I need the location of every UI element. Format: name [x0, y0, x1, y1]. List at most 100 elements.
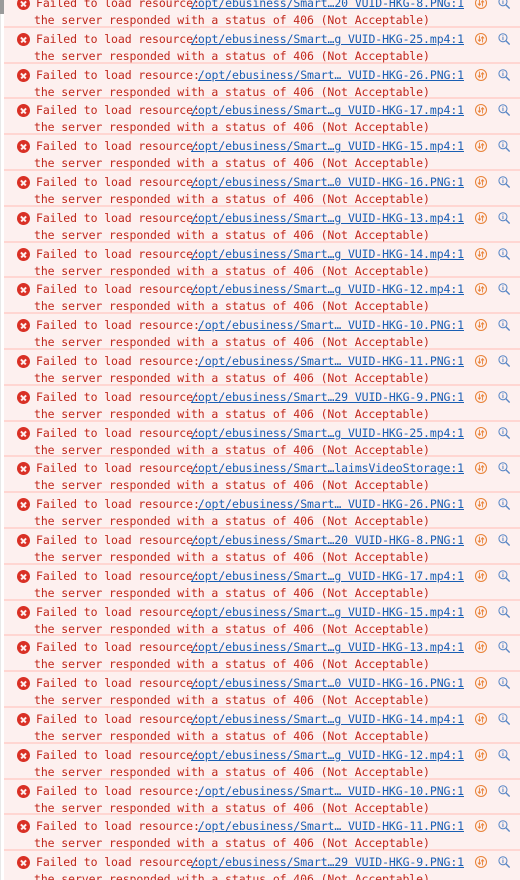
- inspect-search-icon[interactable]: [497, 0, 511, 10]
- network-request-icon[interactable]: [474, 497, 488, 511]
- console-message-source-link[interactable]: /opt/ebusiness/Smart…0 VUID-HKG-16.PNG:1: [191, 173, 464, 191]
- network-request-icon[interactable]: [474, 533, 488, 547]
- network-request-icon[interactable]: [474, 68, 488, 82]
- inspect-search-icon[interactable]: [497, 354, 511, 368]
- console-message-source-link[interactable]: /opt/ebusiness/Smart… VUID-HKG-10.PNG:1: [198, 782, 464, 800]
- inspect-search-icon[interactable]: [497, 318, 511, 332]
- console-message-source-link[interactable]: /opt/ebusiness/Smart…29 VUID-HKG-9.PNG:1: [191, 388, 464, 406]
- network-request-icon[interactable]: [474, 390, 488, 404]
- console-message-source-link[interactable]: /opt/ebusiness/Smart…g VUID-HKG-14.mp4:1: [191, 245, 464, 263]
- inspect-search-icon[interactable]: [497, 569, 511, 583]
- console-message-row[interactable]: Failed to load resource:/opt/ebusiness/S…: [4, 492, 520, 528]
- inspect-search-icon[interactable]: [497, 784, 511, 798]
- console-message-row[interactable]: Failed to load resource:/opt/ebusiness/S…: [4, 742, 520, 779]
- console-message-source-link[interactable]: /opt/ebusiness/Smart…g VUID-HKG-12.mp4:1: [191, 746, 464, 764]
- console-message-row[interactable]: Failed to load resource:/opt/ebusiness/S…: [4, 671, 520, 707]
- console-message-source-link[interactable]: /opt/ebusiness/Smart…g VUID-HKG-25.mp4:1: [191, 30, 464, 48]
- vertical-scrollbar-thumb[interactable]: [0, 0, 4, 14]
- network-request-icon[interactable]: [474, 354, 488, 368]
- console-message-row[interactable]: Failed to load resource:/opt/ebusiness/S…: [4, 205, 520, 242]
- network-request-icon[interactable]: [474, 426, 488, 440]
- console-message-source-link[interactable]: /opt/ebusiness/Smart…20 VUID-HKG-8.PNG:1: [191, 531, 464, 549]
- network-request-icon[interactable]: [474, 819, 488, 833]
- inspect-search-icon[interactable]: [497, 676, 511, 690]
- console-message-source-link[interactable]: /opt/ebusiness/Smart…g VUID-HKG-15.mp4:1: [191, 137, 464, 155]
- network-request-icon[interactable]: [474, 640, 488, 654]
- console-message-row[interactable]: Failed to load resource:/opt/ebusiness/S…: [4, 384, 520, 421]
- console-message-row[interactable]: Failed to load resource:/opt/ebusiness/S…: [4, 134, 520, 170]
- console-message-row[interactable]: Failed to load resource:/opt/ebusiness/S…: [4, 527, 520, 564]
- inspect-search-icon[interactable]: [497, 282, 511, 296]
- console-message-source-link[interactable]: /opt/ebusiness/Smart… VUID-HKG-11.PNG:1: [198, 352, 464, 370]
- network-request-icon[interactable]: [474, 569, 488, 583]
- network-request-icon[interactable]: [474, 784, 488, 798]
- network-request-icon[interactable]: [474, 247, 488, 261]
- network-request-icon[interactable]: [474, 676, 488, 690]
- console-message-row[interactable]: Failed to load resource:/opt/ebusiness/S…: [4, 850, 520, 880]
- network-request-icon[interactable]: [474, 175, 488, 189]
- inspect-search-icon[interactable]: [497, 819, 511, 833]
- console-message-source-link[interactable]: /opt/ebusiness/Smart…g VUID-HKG-25.mp4:1: [191, 424, 464, 442]
- inspect-search-icon[interactable]: [497, 68, 511, 82]
- console-message-source-link[interactable]: /opt/ebusiness/Smart…laimsVideoStorage:1: [191, 459, 464, 477]
- console-message-row[interactable]: Failed to load resource:/opt/ebusiness/S…: [4, 0, 520, 27]
- network-request-icon[interactable]: [474, 32, 488, 46]
- inspect-search-icon[interactable]: [497, 103, 511, 117]
- inspect-search-icon[interactable]: [497, 426, 511, 440]
- network-request-icon[interactable]: [474, 211, 488, 225]
- console-message-row[interactable]: Failed to load resource:/opt/ebusiness/S…: [4, 778, 520, 815]
- inspect-search-icon[interactable]: [497, 139, 511, 153]
- inspect-search-icon[interactable]: [497, 712, 511, 726]
- console-message-row[interactable]: Failed to load resource:/opt/ebusiness/S…: [4, 814, 520, 850]
- inspect-search-icon[interactable]: [497, 175, 511, 189]
- inspect-search-icon[interactable]: [497, 748, 511, 762]
- console-message-row[interactable]: Failed to load resource:/opt/ebusiness/S…: [4, 98, 520, 134]
- console-message-source-link[interactable]: /opt/ebusiness/Smart…g VUID-HKG-17.mp4:1: [191, 101, 464, 119]
- console-message-source-link[interactable]: /opt/ebusiness/Smart… VUID-HKG-10.PNG:1: [198, 316, 464, 334]
- console-message-row[interactable]: Failed to load resource:/opt/ebusiness/S…: [4, 62, 520, 99]
- network-request-icon[interactable]: [474, 461, 488, 475]
- console-message-row[interactable]: Failed to load resource:/opt/ebusiness/S…: [4, 241, 520, 278]
- network-request-icon[interactable]: [474, 712, 488, 726]
- console-message-row[interactable]: Failed to load resource:/opt/ebusiness/S…: [4, 563, 520, 600]
- console-message-row[interactable]: Failed to load resource:/opt/ebusiness/S…: [4, 599, 520, 636]
- network-request-icon[interactable]: [474, 282, 488, 296]
- console-message-source-link[interactable]: /opt/ebusiness/Smart…g VUID-HKG-12.mp4:1: [191, 280, 464, 298]
- console-message-source-link[interactable]: /opt/ebusiness/Smart…29 VUID-HKG-9.PNG:1: [191, 853, 464, 871]
- console-message-row[interactable]: Failed to load resource:/opt/ebusiness/S…: [4, 420, 520, 457]
- network-request-icon[interactable]: [474, 103, 488, 117]
- inspect-search-icon[interactable]: [497, 640, 511, 654]
- inspect-search-icon[interactable]: [497, 247, 511, 261]
- console-message-source-link[interactable]: /opt/ebusiness/Smart…g VUID-HKG-13.mp4:1: [191, 209, 464, 227]
- network-request-icon[interactable]: [474, 139, 488, 153]
- console-message-source-link[interactable]: /opt/ebusiness/Smart…g VUID-HKG-13.mp4:1: [191, 638, 464, 656]
- network-request-icon[interactable]: [474, 0, 488, 10]
- console-message-row[interactable]: Failed to load resource:/opt/ebusiness/S…: [4, 706, 520, 743]
- console-message-source-link[interactable]: /opt/ebusiness/Smart…g VUID-HKG-14.mp4:1: [191, 710, 464, 728]
- console-message-row[interactable]: Failed to load resource:/opt/ebusiness/S…: [4, 348, 520, 385]
- inspect-search-icon[interactable]: [497, 605, 511, 619]
- console-message-source-link[interactable]: /opt/ebusiness/Smart… VUID-HKG-26.PNG:1: [198, 495, 464, 513]
- network-request-icon[interactable]: [474, 855, 488, 869]
- inspect-search-icon[interactable]: [497, 211, 511, 225]
- console-message-source-link[interactable]: /opt/ebusiness/Smart…20 VUID-HKG-8.PNG:1: [191, 0, 464, 12]
- console-message-row[interactable]: Failed to load resource:/opt/ebusiness/S…: [4, 169, 520, 206]
- console-message-source-link[interactable]: /opt/ebusiness/Smart… VUID-HKG-11.PNG:1: [198, 817, 464, 835]
- inspect-search-icon[interactable]: [497, 855, 511, 869]
- console-message-row[interactable]: Failed to load resource:/opt/ebusiness/S…: [4, 26, 520, 63]
- console-message-row[interactable]: Failed to load resource:/opt/ebusiness/S…: [4, 313, 520, 349]
- inspect-search-icon[interactable]: [497, 533, 511, 547]
- network-request-icon[interactable]: [474, 318, 488, 332]
- console-message-source-link[interactable]: /opt/ebusiness/Smart…g VUID-HKG-17.mp4:1: [191, 567, 464, 585]
- network-request-icon[interactable]: [474, 605, 488, 619]
- console-message-row[interactable]: Failed to load resource:/opt/ebusiness/S…: [4, 277, 520, 313]
- inspect-search-icon[interactable]: [497, 390, 511, 404]
- inspect-search-icon[interactable]: [497, 461, 511, 475]
- console-message-row[interactable]: Failed to load resource:/opt/ebusiness/S…: [4, 456, 520, 492]
- inspect-search-icon[interactable]: [497, 32, 511, 46]
- console-message-source-link[interactable]: /opt/ebusiness/Smart…0 VUID-HKG-16.PNG:1: [191, 674, 464, 692]
- console-message-source-link[interactable]: /opt/ebusiness/Smart…g VUID-HKG-15.mp4:1: [191, 603, 464, 621]
- inspect-search-icon[interactable]: [497, 497, 511, 511]
- console-message-source-link[interactable]: /opt/ebusiness/Smart… VUID-HKG-26.PNG:1: [198, 66, 464, 84]
- console-message-row[interactable]: Failed to load resource:/opt/ebusiness/S…: [4, 635, 520, 671]
